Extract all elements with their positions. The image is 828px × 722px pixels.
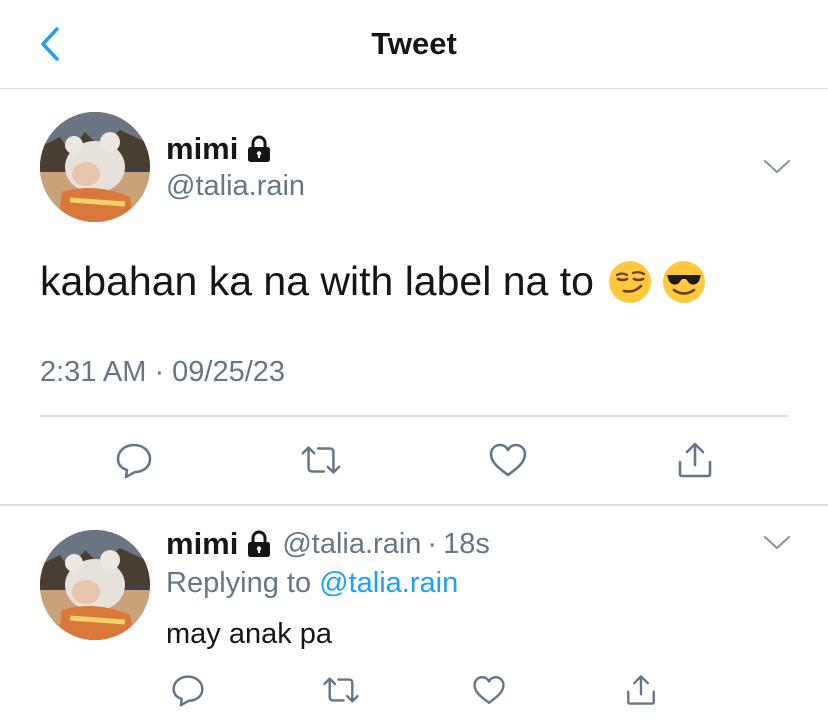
- reply-button[interactable]: [112, 438, 156, 482]
- tweet-text-body: kabahan ka na with label na to: [40, 258, 594, 304]
- chevron-down-icon[interactable]: [762, 533, 792, 553]
- tweet-timestamp: 2:31 AM · 09/25/23: [40, 356, 286, 388]
- reply-button[interactable]: [166, 670, 210, 710]
- author-handle[interactable]: @talia.rain: [166, 170, 305, 203]
- heart-icon: [489, 443, 527, 477]
- replying-to-line: Replying to @talia.rain: [166, 567, 458, 600]
- author-name-text: mimi: [166, 131, 239, 166]
- heart-icon: [473, 676, 505, 704]
- smiling-face-with-sunglasses-icon: [662, 260, 705, 303]
- share-icon: [627, 675, 655, 705]
- divider: [40, 415, 788, 417]
- chevron-down-icon[interactable]: [762, 157, 792, 177]
- avatar[interactable]: [40, 112, 150, 222]
- replying-to-label: Replying to: [166, 567, 312, 599]
- like-button[interactable]: [486, 438, 530, 482]
- retweet-button[interactable]: [319, 670, 363, 710]
- retweet-button[interactable]: [299, 438, 343, 482]
- reply-text: may anak pa: [166, 618, 333, 650]
- divider: [0, 504, 828, 506]
- like-button[interactable]: [467, 670, 511, 710]
- comment-icon: [116, 443, 152, 479]
- tweet-text: kabahan ka na with label na to: [40, 258, 706, 305]
- comment-icon: [172, 675, 204, 707]
- top-nav-bar: Tweet: [0, 0, 828, 89]
- reply-header: mimi @talia.rain · 18s: [166, 526, 490, 562]
- author-name[interactable]: mimi: [166, 131, 272, 167]
- share-icon: [678, 442, 712, 478]
- retweet-icon: [323, 677, 359, 703]
- reply-author-name[interactable]: mimi: [166, 526, 238, 562]
- lock-icon: [248, 135, 271, 162]
- share-button[interactable]: [619, 670, 663, 710]
- page-title: Tweet: [371, 26, 457, 61]
- reply-age: 18s: [443, 527, 490, 560]
- lock-icon: [248, 530, 271, 557]
- share-button[interactable]: [673, 438, 717, 482]
- smirking-face-icon: [608, 260, 651, 303]
- retweet-icon: [301, 446, 341, 474]
- reply-author-handle[interactable]: @talia.rain: [282, 528, 421, 561]
- separator-dot: ·: [427, 527, 438, 560]
- tweet-detail-screen: Tweet mimi @talia.rain kabahan ka na wit…: [0, 0, 828, 722]
- reply-avatar[interactable]: [40, 530, 150, 640]
- replying-to-mention[interactable]: @talia.rain: [319, 567, 458, 599]
